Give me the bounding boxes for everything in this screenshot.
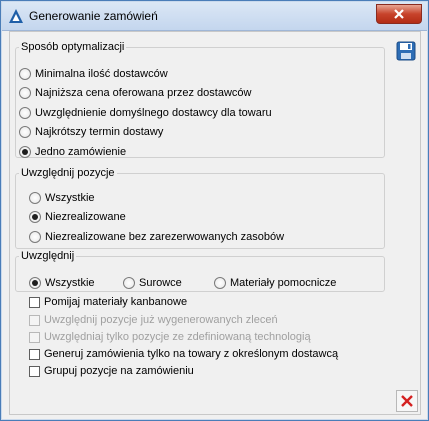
radio-positions-unrealized-no-reserved[interactable]: Niezrealizowane bez zarezerwowanych zaso… — [29, 231, 284, 243]
app-logo-icon — [9, 9, 23, 23]
save-button[interactable] — [396, 41, 416, 61]
radio-label: Wszystkie — [45, 192, 95, 204]
radio-include-raw-materials[interactable]: Surowce — [123, 277, 182, 289]
radio-button[interactable] — [19, 126, 31, 138]
dialog-content: Sposób optymalizacji Minimalna ilość dos… — [9, 31, 421, 415]
checkbox-only-with-technology[interactable]: Uwzględniaj tylko pozycje ze zdefiniowan… — [29, 331, 311, 343]
checkbox-label: Uwzględniaj tylko pozycje ze zdefiniowan… — [44, 331, 311, 343]
checkbox[interactable] — [29, 348, 40, 360]
radio-label: Niezrealizowane — [45, 211, 126, 223]
checkbox-label: Grupuj pozycje na zamówieniu — [44, 365, 194, 377]
checkbox[interactable] — [29, 296, 40, 308]
radio-button[interactable] — [19, 107, 31, 119]
checkbox-include-generated-orders[interactable]: Uwzględnij pozycje już wygenerowanych zl… — [29, 314, 278, 326]
checkbox-skip-kanban[interactable]: Pomijaj materiały kanbanowe — [29, 296, 187, 308]
radio-shortest-delivery[interactable]: Najkrótszy termin dostawy — [19, 126, 163, 138]
dialog-window: Generowanie zamówień Sposób optymalizacj… — [0, 0, 429, 421]
radio-label: Surowce — [139, 277, 182, 289]
checkbox-only-with-supplier[interactable]: Generuj zamówienia tylko na towary z okr… — [29, 348, 338, 360]
positions-legend: Uwzględnij pozycje — [21, 167, 115, 179]
radio-button[interactable] — [214, 277, 226, 289]
radio-positions-unrealized[interactable]: Niezrealizowane — [29, 211, 126, 223]
radio-button[interactable] — [29, 277, 41, 289]
radio-label: Materiały pomocnicze — [230, 277, 337, 289]
radio-label: Niezrealizowane bez zarezerwowanych zaso… — [45, 231, 285, 243]
optimization-group: Sposób optymalizacji — [15, 41, 385, 158]
radio-button[interactable] — [29, 211, 41, 223]
radio-lowest-price[interactable]: Najniższa cena oferowana przez dostawców — [19, 87, 251, 99]
cancel-button[interactable] — [396, 390, 418, 412]
close-button[interactable] — [376, 4, 422, 24]
cancel-x-icon — [401, 395, 413, 407]
save-disk-icon — [396, 41, 416, 61]
radio-label: Najniższa cena oferowana przez dostawców — [35, 87, 252, 99]
radio-button[interactable] — [19, 146, 31, 158]
radio-button[interactable] — [19, 87, 31, 99]
radio-label: Wszystkie — [45, 277, 95, 289]
radio-include-all[interactable]: Wszystkie — [29, 277, 95, 289]
optimization-legend: Sposób optymalizacji — [21, 41, 125, 53]
checkbox-label: Pomijaj materiały kanbanowe — [44, 296, 188, 308]
radio-label: Minimalna ilość dostawców — [35, 68, 168, 80]
checkbox[interactable] — [29, 314, 40, 326]
checkbox-label: Uwzględnij pozycje już wygenerowanych zl… — [44, 314, 278, 326]
close-icon — [394, 9, 404, 19]
radio-label: Jedno zamówienie — [35, 146, 127, 158]
radio-single-order[interactable]: Jedno zamówienie — [19, 146, 126, 158]
title-bar[interactable]: Generowanie zamówień — [2, 2, 427, 31]
radio-default-supplier[interactable]: Uwzględnienie domyślnego dostawcy dla to… — [19, 107, 272, 119]
radio-button[interactable] — [29, 231, 41, 243]
window-title: Generowanie zamówień — [29, 9, 158, 23]
radio-label: Uwzględnienie domyślnego dostawcy dla to… — [35, 107, 272, 119]
include-legend: Uwzględnij — [21, 250, 75, 262]
radio-button[interactable] — [29, 192, 41, 204]
radio-button[interactable] — [123, 277, 135, 289]
radio-positions-all[interactable]: Wszystkie — [29, 192, 95, 204]
checkbox-group-positions[interactable]: Grupuj pozycje na zamówieniu — [29, 365, 194, 377]
radio-min-suppliers[interactable]: Minimalna ilość dostawców — [19, 68, 168, 80]
checkbox[interactable] — [29, 365, 40, 377]
radio-button[interactable] — [19, 68, 31, 80]
radio-include-auxiliary-materials[interactable]: Materiały pomocnicze — [214, 277, 336, 289]
checkbox[interactable] — [29, 331, 40, 343]
radio-label: Najkrótszy termin dostawy — [35, 126, 164, 138]
checkbox-label: Generuj zamówienia tylko na towary z okr… — [44, 348, 339, 360]
